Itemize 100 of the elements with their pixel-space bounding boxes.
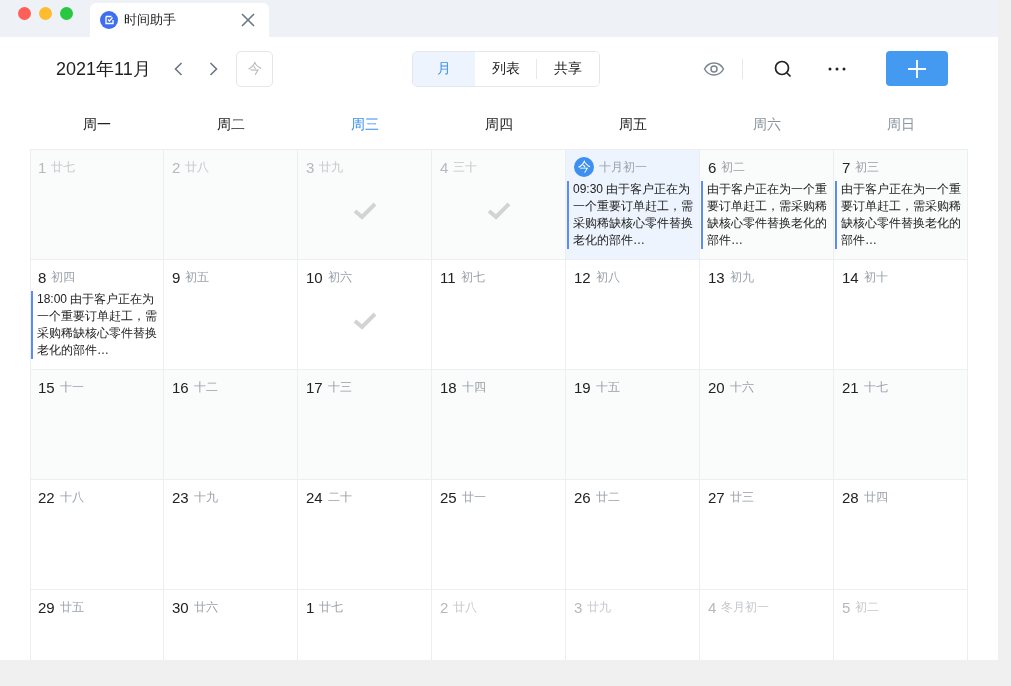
day-cell[interactable]: 8 初四 18:00 由于客户正在为一个重要订单赶工，需采购稀缺核心零件替换老化的部件…	[31, 260, 164, 370]
day-cell[interactable]: 20 十六	[700, 370, 834, 480]
day-cell[interactable]: 28 廿四	[834, 480, 968, 590]
lunar-date: 廿六	[193, 598, 218, 616]
day-cell[interactable]: 27 廿三	[700, 480, 834, 590]
day-cell[interactable]: 17 十三	[298, 370, 432, 480]
day-cell[interactable]: 9 初五	[164, 260, 298, 370]
today-badge: 今	[574, 157, 594, 177]
day-number: 1	[306, 598, 315, 616]
day-number: 4	[440, 158, 449, 176]
lunar-date: 廿三	[729, 488, 754, 506]
lunar-date: 十月初一	[599, 158, 647, 176]
day-number: 27	[708, 488, 725, 506]
weekday-label: 周二	[217, 115, 245, 134]
day-number: 1	[38, 158, 47, 176]
plus-icon	[907, 58, 927, 79]
event-entry[interactable]: 由于客户正在为一个重要订单赶工，需采购稀缺核心零件替换老化的部件…	[835, 181, 967, 249]
day-number: 12	[574, 268, 591, 286]
lunar-date: 十三	[327, 378, 352, 396]
lunar-date: 初六	[327, 268, 352, 286]
day-number: 14	[842, 268, 859, 286]
day-cell[interactable]: 25 廿一	[432, 480, 566, 590]
day-cell[interactable]: 24 二十	[298, 480, 432, 590]
day-number: 4	[708, 598, 717, 616]
weekday-label: 周一	[83, 115, 111, 134]
lunar-date: 廿一	[461, 488, 486, 506]
app-tab[interactable]: 时间助手	[90, 3, 269, 37]
day-number: 29	[38, 598, 55, 616]
lunar-date: 廿七	[319, 598, 344, 616]
app-logo-icon	[100, 11, 118, 29]
lunar-date: 十二	[193, 378, 218, 396]
day-cell[interactable]: 14 初十	[834, 260, 968, 370]
day-number: 24	[306, 488, 323, 506]
day-number: 3	[574, 598, 583, 616]
close-window-button[interactable]	[18, 7, 31, 20]
day-cell[interactable]: 13 初九	[700, 260, 834, 370]
add-button[interactable]	[886, 51, 948, 86]
day-cell[interactable]: 6 初二 由于客户正在为一个重要订单赶工，需采购稀缺核心零件替换老化的部件…	[700, 150, 834, 260]
day-number: 23	[172, 488, 189, 506]
day-number: 8	[38, 268, 47, 286]
lunar-date: 十四	[461, 378, 486, 396]
day-cell[interactable]: 12 初八	[566, 260, 700, 370]
weekday-label: 周四	[485, 115, 513, 134]
lunar-date: 廿五	[59, 598, 84, 616]
lunar-date: 初八	[595, 268, 620, 286]
lunar-date: 十九	[193, 488, 218, 506]
day-cell[interactable]: 19 十五	[566, 370, 700, 480]
lunar-date: 初七	[460, 268, 485, 286]
lunar-date: 十七	[863, 378, 888, 396]
lunar-date: 二十	[327, 488, 352, 506]
day-number: 5	[842, 598, 851, 616]
day-number: 22	[38, 488, 55, 506]
day-cell[interactable]: 今 十月初一 09:30 由于客户正在为一个重要订单赶工，需采购稀缺核心零件替换老化的部件…	[566, 150, 700, 260]
day-number: 28	[842, 488, 859, 506]
lunar-date: 十八	[59, 488, 84, 506]
day-cell[interactable]: 26 廿二	[566, 480, 700, 590]
lunar-date: 初四	[51, 268, 76, 286]
day-number: 21	[842, 378, 859, 396]
lunar-date: 十一	[59, 378, 84, 396]
day-cell[interactable]: 18 十四	[432, 370, 566, 480]
day-number: 16	[172, 378, 189, 396]
day-cell[interactable]: 10 初六	[298, 260, 432, 370]
maximize-window-button[interactable]	[60, 7, 73, 20]
lunar-date: 廿四	[863, 488, 888, 506]
day-number: 2	[172, 158, 181, 176]
day-cell[interactable]: 15 十一	[31, 370, 164, 480]
day-number: 10	[306, 268, 323, 286]
day-number: 25	[440, 488, 457, 506]
day-cell[interactable]: 23 十九	[164, 480, 298, 590]
day-number: 13	[708, 268, 725, 286]
lunar-date: 十五	[595, 378, 620, 396]
day-number: 19	[574, 378, 591, 396]
day-cell[interactable]: 16 十二	[164, 370, 298, 480]
day-cell[interactable]: 22 十八	[31, 480, 164, 590]
day-cell[interactable]: 21 十七	[834, 370, 968, 480]
day-cell[interactable]: 11 初七	[432, 260, 566, 370]
day-number: 15	[38, 378, 55, 396]
weekday-label: 周日	[887, 115, 915, 134]
day-number: 11	[440, 268, 456, 286]
day-number: 7	[842, 158, 851, 176]
lunar-date: 初三	[855, 158, 880, 176]
lunar-date: 廿二	[595, 488, 620, 506]
lunar-date: 十六	[729, 378, 754, 396]
day-number: 30	[172, 598, 189, 616]
close-tab-icon[interactable]	[241, 13, 255, 27]
day-number: 3	[306, 158, 315, 176]
day-number: 6	[708, 158, 717, 176]
lunar-date: 初二	[721, 158, 746, 176]
day-number: 20	[708, 378, 725, 396]
day-cell[interactable]: 7 初三 由于客户正在为一个重要订单赶工，需采购稀缺核心零件替换老化的部件…	[834, 150, 968, 260]
weekday-label: 周六	[753, 115, 781, 134]
lunar-date: 初九	[729, 268, 754, 286]
weekday-label: 周三	[351, 115, 379, 134]
weekday-label: 周五	[619, 115, 647, 134]
day-number: 2	[440, 598, 449, 616]
lunar-date: 初十	[863, 268, 888, 286]
day-number: 26	[574, 488, 591, 506]
month-title: 2021年11月	[56, 57, 152, 81]
day-number: 9	[172, 268, 181, 286]
day-number: 18	[440, 378, 457, 396]
